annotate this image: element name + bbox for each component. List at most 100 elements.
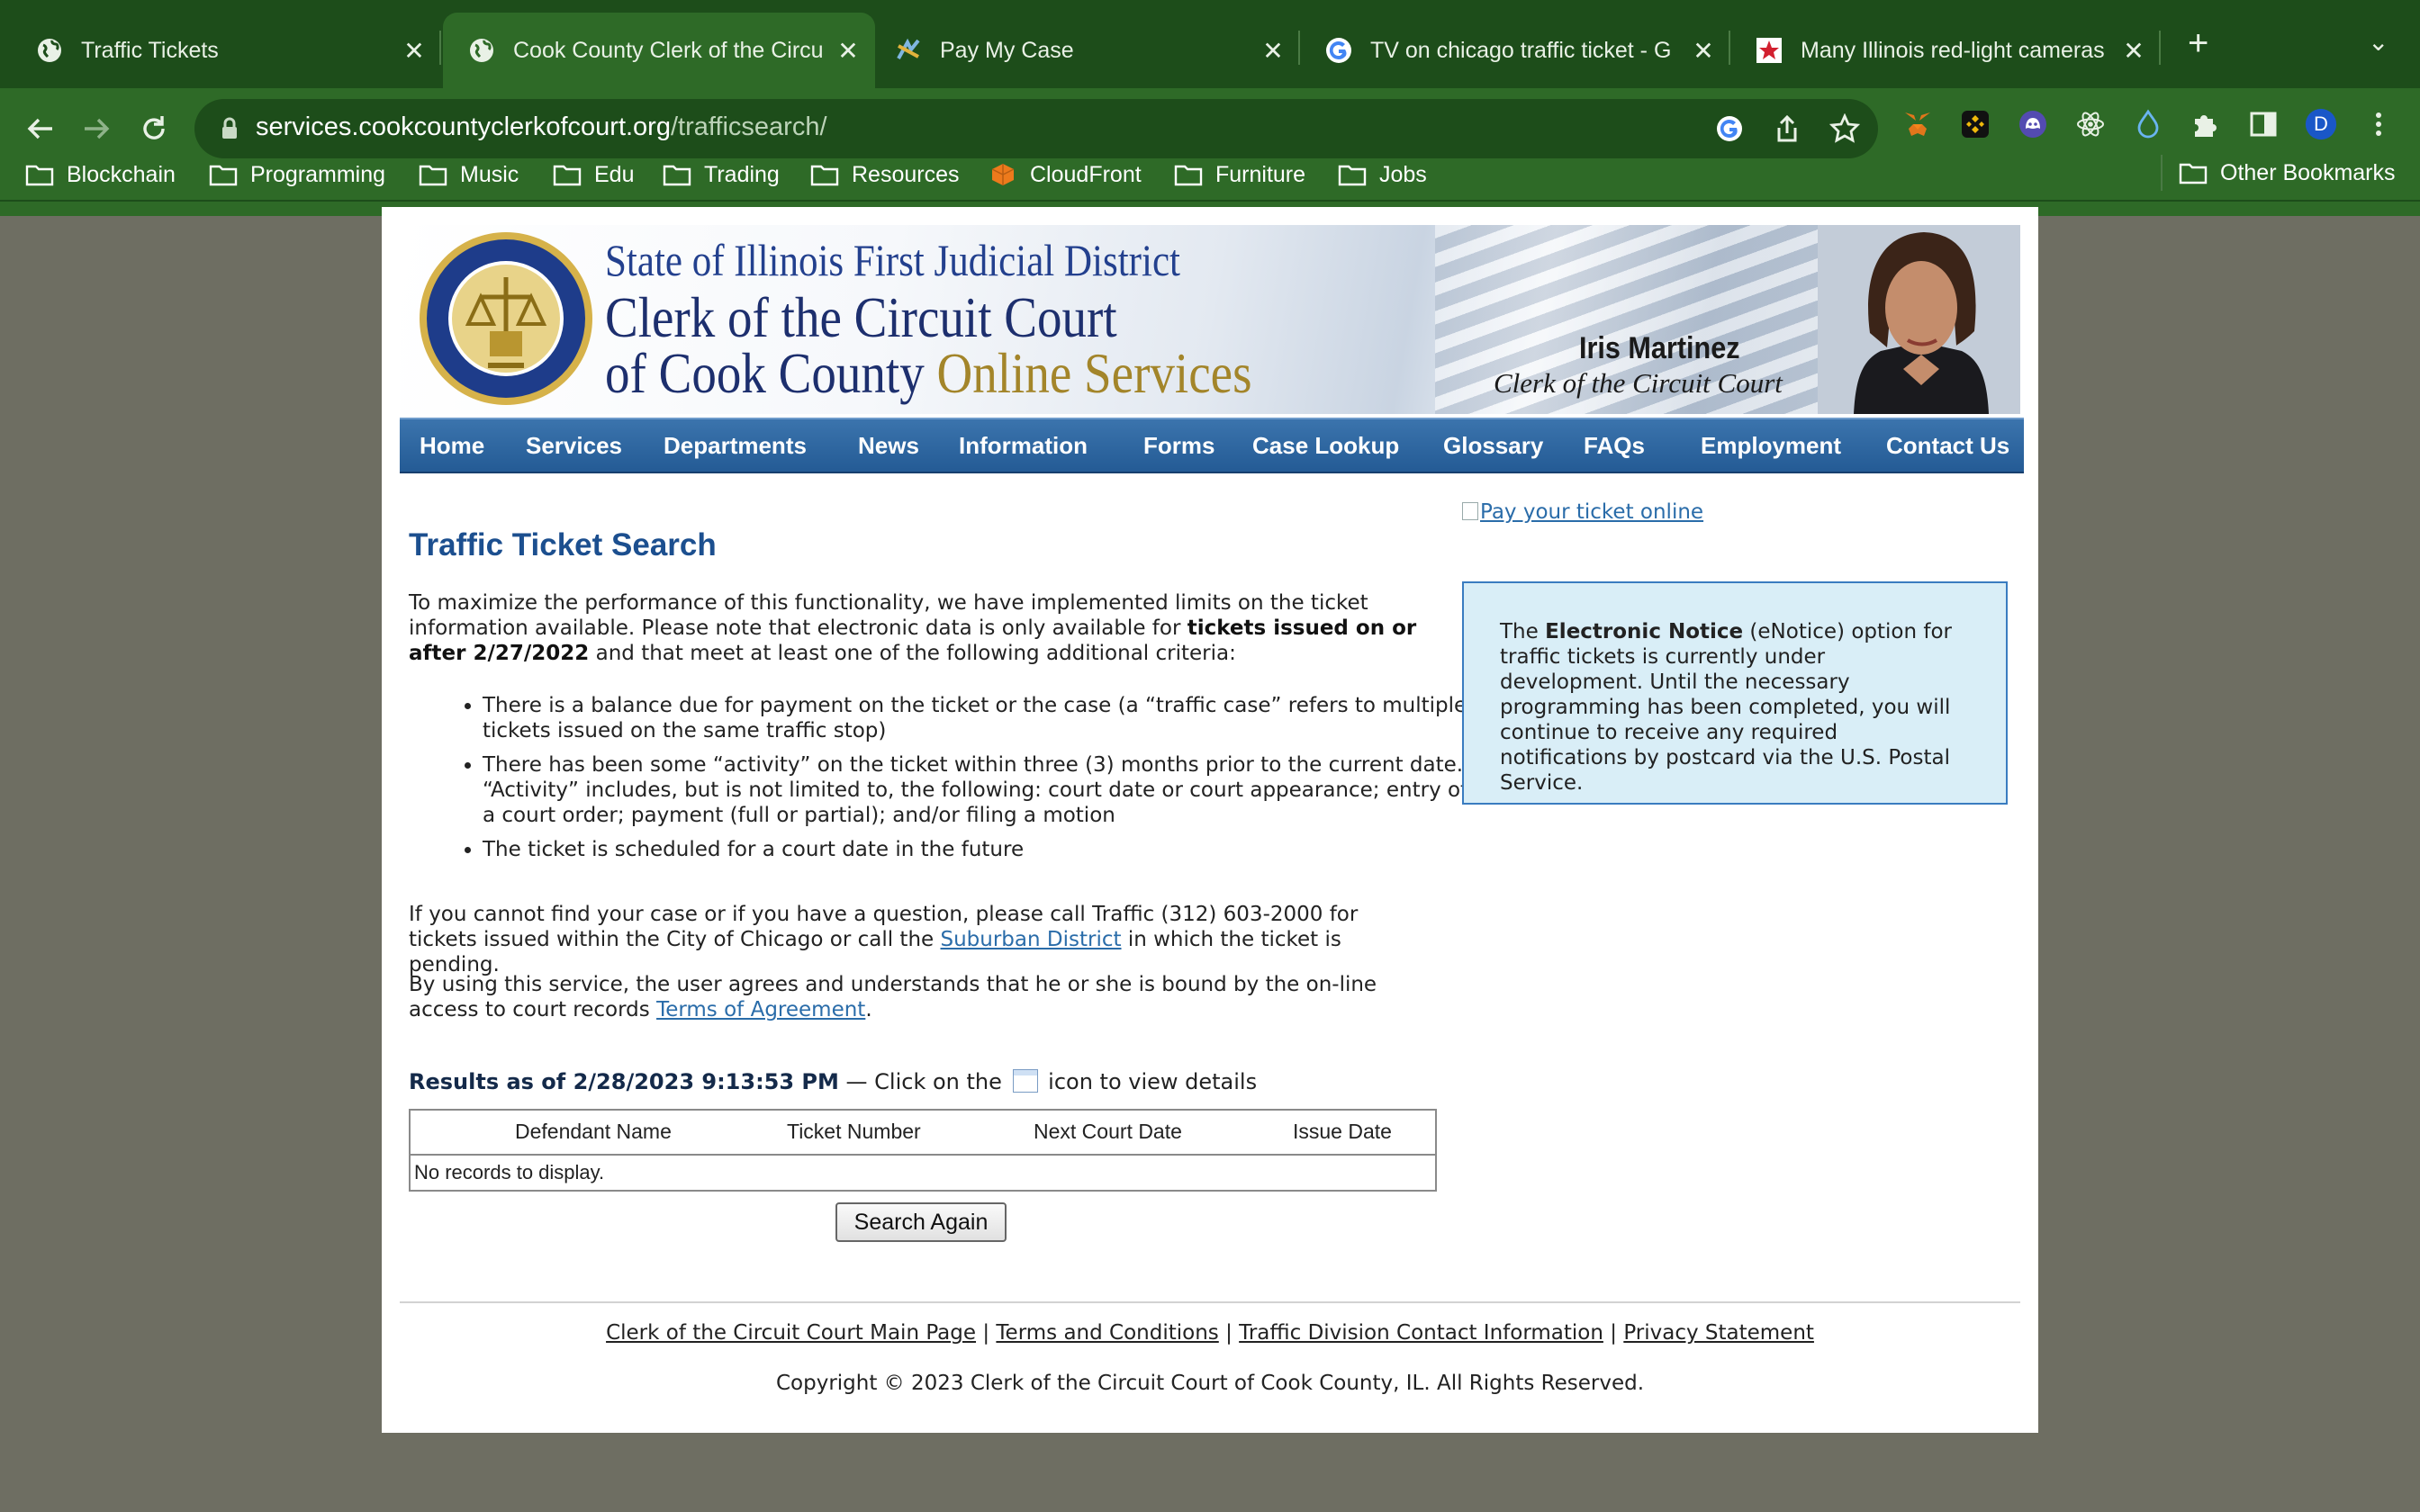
pay-ticket-online-link[interactable]: Pay your ticket online — [1462, 500, 1703, 524]
column-header-issue-date[interactable]: Issue Date — [1293, 1120, 1392, 1144]
forward-arrow-icon[interactable] — [74, 106, 119, 151]
tab-title: Many Illinois red-light cameras — [1801, 37, 2105, 63]
tab-search-chevron-icon[interactable]: ⌄ — [2368, 27, 2388, 57]
browser-tab-traffic-tickets[interactable]: Traffic Tickets ✕ — [0, 13, 441, 88]
nav-contact-us[interactable]: Contact Us — [1886, 432, 2009, 460]
react-devtools-icon[interactable] — [2074, 108, 2107, 140]
nav-employment[interactable]: Employment — [1701, 432, 1841, 460]
folder-icon — [2179, 163, 2208, 184]
bookmark-label: CloudFront — [1030, 161, 1142, 187]
nav-faqs[interactable]: FAQs — [1584, 432, 1645, 460]
globe-icon — [36, 37, 63, 64]
water-drop-icon[interactable] — [2132, 108, 2164, 140]
ghost-extension-icon[interactable] — [2017, 108, 2049, 140]
browser-tab-cook-county-clerk[interactable]: Cook County Clerk of the Circu ✕ — [443, 13, 875, 88]
nav-information[interactable]: Information — [959, 432, 1088, 460]
search-again-button[interactable]: Search Again — [835, 1202, 1007, 1242]
footer-link-privacy[interactable]: Privacy Statement — [1623, 1321, 1814, 1345]
profile-avatar[interactable]: D — [2305, 108, 2337, 140]
close-tab-icon[interactable]: ✕ — [830, 36, 866, 66]
column-header-ticket-number[interactable]: Ticket Number — [787, 1120, 921, 1144]
bookmark-star-icon[interactable] — [1829, 112, 1861, 144]
pay-ticket-online-text: Pay your ticket online — [1480, 500, 1704, 524]
site-banner[interactable]: State of Illinois First Judicial Distric… — [400, 225, 2020, 414]
intro-text-end: and that meet at least one of the follow… — [589, 642, 1236, 665]
bookmark-folder-resources[interactable]: Resources — [810, 155, 960, 194]
bookmark-folder-trading[interactable]: Trading — [663, 155, 780, 194]
bookmark-folder-programming[interactable]: Programming — [209, 155, 385, 194]
browser-tab-red-light-cameras[interactable]: Many Illinois red-light cameras ✕ — [1732, 13, 2161, 88]
bookmark-folder-furniture[interactable]: Furniture — [1174, 155, 1305, 194]
site-main-nav: Home Services Departments News Informati… — [400, 418, 2024, 473]
nav-glossary[interactable]: Glossary — [1443, 432, 1543, 460]
nav-services[interactable]: Services — [526, 432, 622, 460]
contact-paragraph: If you cannot find your case or if you h… — [409, 902, 1426, 977]
footer-link-traffic-contact[interactable]: Traffic Division Contact Information — [1239, 1321, 1603, 1345]
banner-county-line: of Cook County Online Services — [605, 340, 1252, 407]
tab-divider — [439, 31, 441, 65]
nav-case-lookup[interactable]: Case Lookup — [1252, 432, 1399, 460]
results-table: Defendant Name Ticket Number Next Court … — [409, 1109, 1437, 1192]
close-tab-icon[interactable]: ✕ — [1255, 36, 1291, 66]
folder-icon — [810, 165, 839, 186]
enotice-info-box: The Electronic Notice (eNotice) option f… — [1462, 581, 2008, 805]
clerk-portrait-image — [1818, 225, 2020, 414]
share-icon[interactable] — [1772, 113, 1802, 144]
google-lens-icon[interactable] — [1714, 113, 1745, 144]
nav-forms[interactable]: Forms — [1143, 432, 1215, 460]
folder-icon — [663, 165, 691, 186]
folder-icon — [553, 165, 582, 186]
results-table-header: Defendant Name Ticket Number Next Court … — [411, 1111, 1435, 1156]
close-tab-icon[interactable]: ✕ — [2116, 36, 2152, 66]
nav-home[interactable]: Home — [420, 432, 484, 460]
back-arrow-icon[interactable] — [18, 106, 63, 151]
footer-link-terms-conditions[interactable]: Terms and Conditions — [996, 1321, 1218, 1345]
chicago-star-icon — [1756, 37, 1783, 64]
bookmark-folder-jobs[interactable]: Jobs — [1338, 155, 1427, 194]
bookmark-folder-blockchain[interactable]: Blockchain — [25, 155, 176, 194]
bookmark-cloudfront[interactable]: CloudFront — [989, 155, 1142, 194]
other-bookmarks-folder[interactable]: Other Bookmarks — [2161, 155, 2396, 191]
column-header-defendant-name[interactable]: Defendant Name — [515, 1120, 672, 1144]
footer-link-main-page[interactable]: Clerk of the Circuit Court Main Page — [606, 1321, 976, 1345]
new-tab-button[interactable]: + — [2188, 23, 2208, 64]
page-content: State of Illinois First Judicial Distric… — [382, 207, 2038, 1433]
column-header-next-court-date[interactable]: Next Court Date — [1034, 1120, 1182, 1144]
suburban-district-link[interactable]: Suburban District — [941, 928, 1122, 951]
toolbar-divider — [0, 200, 2420, 202]
browser-menu-icon[interactable] — [2362, 108, 2395, 140]
footer-separator: | — [1610, 1321, 1617, 1345]
nav-news[interactable]: News — [858, 432, 919, 460]
lock-icon[interactable] — [216, 115, 243, 142]
criteria-item: There has been some “activity” on the ti… — [483, 752, 1482, 828]
extensions-puzzle-icon[interactable] — [2190, 108, 2222, 140]
browser-tab-pay-my-case[interactable]: Pay My Case ✕ — [877, 13, 1300, 88]
address-bar[interactable]: services.cookcountyclerkofcourt.org/traf… — [194, 99, 1878, 158]
bookmark-label: Other Bookmarks — [2220, 159, 2396, 185]
url-text[interactable]: services.cookcountyclerkofcourt.org/traf… — [256, 112, 827, 142]
footer-divider — [400, 1301, 2020, 1303]
close-tab-icon[interactable]: ✕ — [396, 36, 432, 66]
terms-paragraph: By using this service, the user agrees a… — [409, 972, 1426, 1022]
close-tab-icon[interactable]: ✕ — [1685, 36, 1721, 66]
bookmark-label: Music — [460, 161, 519, 187]
bookmark-label: Edu — [594, 161, 635, 187]
folder-icon — [209, 165, 238, 186]
page-title: Traffic Ticket Search — [409, 527, 717, 562]
browser-tab-strip: Traffic Tickets ✕ Cook County Clerk of t… — [0, 0, 2420, 88]
circuit-court-seal-icon[interactable] — [418, 230, 594, 407]
bookmark-folder-edu[interactable]: Edu — [553, 155, 634, 194]
clerk-title: Clerk of the Circuit Court — [1494, 367, 1783, 399]
metamask-fox-icon[interactable] — [1901, 108, 1934, 140]
url-host: services.cookcountyclerkofcourt.org — [256, 112, 671, 141]
folder-icon — [1174, 165, 1203, 186]
browser-tab-google-search[interactable]: TV on chicago traffic ticket - G ✕ — [1302, 13, 1730, 88]
bookmark-folder-music[interactable]: Music — [419, 155, 519, 194]
reload-icon[interactable] — [131, 106, 176, 151]
side-panel-icon[interactable] — [2247, 108, 2280, 140]
nav-departments[interactable]: Departments — [664, 432, 807, 460]
terms-of-agreement-link[interactable]: Terms of Agreement — [656, 998, 865, 1022]
bookmark-label: Furniture — [1215, 161, 1306, 187]
footer-separator: | — [1225, 1321, 1233, 1345]
binance-wallet-icon[interactable] — [1959, 108, 1991, 140]
